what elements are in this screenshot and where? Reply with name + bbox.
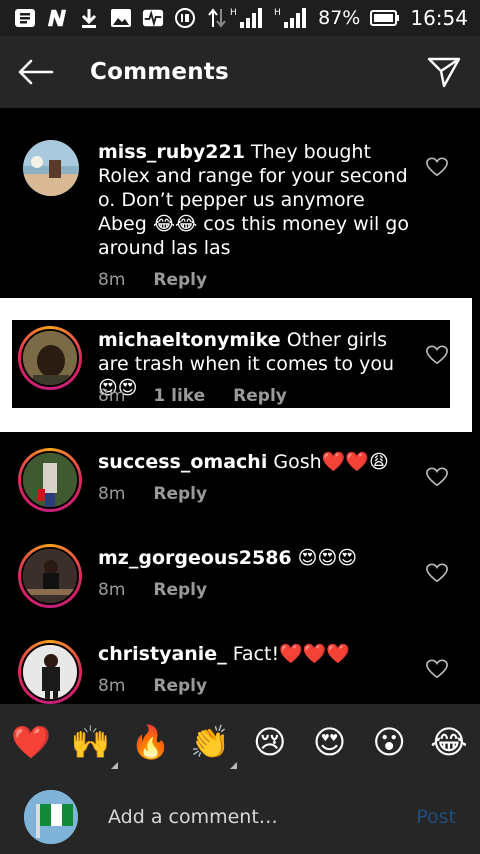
comment-time: 8m: [98, 580, 126, 600]
comment-item[interactable]: michaeltonymike Other girls are trash wh…: [0, 322, 480, 412]
download-icon: [78, 7, 100, 29]
comment-item[interactable]: christyanie_ Fact!❤️❤️❤️ 8m Reply: [0, 638, 480, 704]
avatar[interactable]: [18, 326, 82, 390]
back-button[interactable]: [16, 52, 56, 92]
send-icon: [427, 57, 461, 88]
quick-reactions-bar: ❤️ 🙌 🔥 👏 😢 😍 😮 😂: [0, 704, 480, 780]
like-heart-icon[interactable]: [426, 156, 448, 178]
comment-time: 8m: [98, 270, 126, 290]
comment-username[interactable]: mz_gorgeous2586: [98, 547, 292, 569]
surprised-face-emoji: 😮: [372, 723, 406, 761]
red-heart-emoji: ❤️: [11, 723, 51, 761]
clapping-hands-emoji: 👏: [190, 723, 231, 761]
comment-meta: 8m Reply: [98, 580, 207, 600]
comment-text: success_omachi Gosh❤️❤️😩: [98, 450, 416, 474]
comment-username[interactable]: miss_ruby221: [98, 141, 245, 163]
comment-meta: 8m 1 like Reply: [98, 386, 287, 406]
like-heart-icon[interactable]: [426, 466, 448, 488]
comment-meta: 8m Reply: [98, 484, 207, 504]
fire-emoji: 🔥: [130, 723, 171, 761]
image-icon: [110, 7, 132, 29]
reply-button[interactable]: Reply: [153, 676, 207, 696]
comment-username[interactable]: christyanie_: [98, 643, 227, 665]
page-title: Comments: [90, 59, 229, 85]
reaction-laughing-button[interactable]: 😂: [428, 721, 470, 763]
header: Comments: [0, 36, 480, 108]
svg-text:H: H: [230, 8, 237, 18]
post-button[interactable]: Post: [416, 806, 456, 828]
comment-text: mz_gorgeous2586 😍😍😍: [98, 546, 416, 570]
data-arrows-icon: [206, 7, 228, 29]
comment-meta: 8m Reply: [98, 676, 207, 696]
heart-eyes-emoji: 😍: [312, 723, 347, 761]
comment-item[interactable]: miss_ruby221 They bought Rolex and range…: [0, 134, 480, 294]
pulse-icon: [142, 7, 164, 29]
comment-text: christyanie_ Fact!❤️❤️❤️: [98, 642, 416, 666]
reply-button[interactable]: Reply: [153, 484, 207, 504]
comment-username[interactable]: success_omachi: [98, 451, 267, 473]
comment-body: Gosh❤️❤️😩: [267, 451, 389, 473]
comment-text: miss_ruby221 They bought Rolex and range…: [98, 140, 416, 260]
n-logo-icon: [46, 7, 68, 29]
comment-composer: Add a comment… Post: [0, 780, 480, 854]
avatar[interactable]: [18, 640, 82, 704]
reaction-crying-button[interactable]: 😢: [249, 721, 291, 763]
clock: 16:54: [410, 6, 468, 30]
skin-tone-indicator: [110, 762, 118, 769]
comment-input[interactable]: Add a comment…: [108, 806, 416, 828]
crying-face-emoji: 😢: [253, 723, 287, 761]
avatar[interactable]: [18, 544, 82, 608]
like-heart-icon[interactable]: [426, 658, 448, 680]
raised-hands-emoji: 🙌: [70, 723, 111, 761]
reply-button[interactable]: Reply: [153, 580, 207, 600]
battery-icon: [370, 7, 400, 29]
comment-item[interactable]: mz_gorgeous2586 😍😍😍 8m Reply: [0, 542, 480, 622]
comment-time: 8m: [98, 386, 126, 406]
like-heart-icon[interactable]: [426, 344, 448, 366]
likes-count[interactable]: 1 like: [153, 386, 205, 406]
comment-username[interactable]: michaeltonymike: [98, 329, 281, 351]
dial-icon: [174, 7, 196, 29]
signal-icon: H: [274, 7, 308, 29]
comment-item[interactable]: success_omachi Gosh❤️❤️😩 8m Reply: [0, 446, 480, 526]
comment-meta: 8m Reply: [98, 270, 207, 290]
svg-text:H: H: [274, 8, 281, 18]
reaction-raised-hands-button[interactable]: 🙌: [70, 721, 118, 769]
reply-button[interactable]: Reply: [233, 386, 287, 406]
comments-list: miss_ruby221 They bought Rolex and range…: [0, 108, 480, 704]
status-bar: H H 87% 16:54: [0, 0, 480, 36]
like-heart-icon[interactable]: [426, 562, 448, 584]
comment-time: 8m: [98, 484, 126, 504]
reaction-heart-button[interactable]: ❤️: [10, 721, 52, 763]
comment-body: 😍😍😍: [291, 547, 358, 569]
back-arrow-icon: [18, 59, 54, 85]
comment-body: Fact!❤️❤️❤️: [226, 643, 351, 665]
avatar[interactable]: [24, 790, 78, 844]
tears-of-joy-emoji: 😂: [430, 723, 468, 761]
avatar[interactable]: [23, 140, 79, 196]
avatar[interactable]: [18, 448, 82, 512]
reaction-heart-eyes-button[interactable]: 😍: [309, 721, 351, 763]
skin-tone-indicator: [230, 762, 238, 769]
reaction-clap-button[interactable]: 👏: [189, 721, 238, 769]
comment-time: 8m: [98, 676, 126, 696]
reaction-surprised-button[interactable]: 😮: [368, 721, 410, 763]
b-logo-icon: [14, 7, 36, 29]
reaction-fire-button[interactable]: 🔥: [129, 721, 171, 763]
battery-percent: 87%: [318, 7, 361, 29]
send-button[interactable]: [424, 52, 464, 92]
signal-icon: H: [230, 7, 264, 29]
reply-button[interactable]: Reply: [153, 270, 207, 290]
